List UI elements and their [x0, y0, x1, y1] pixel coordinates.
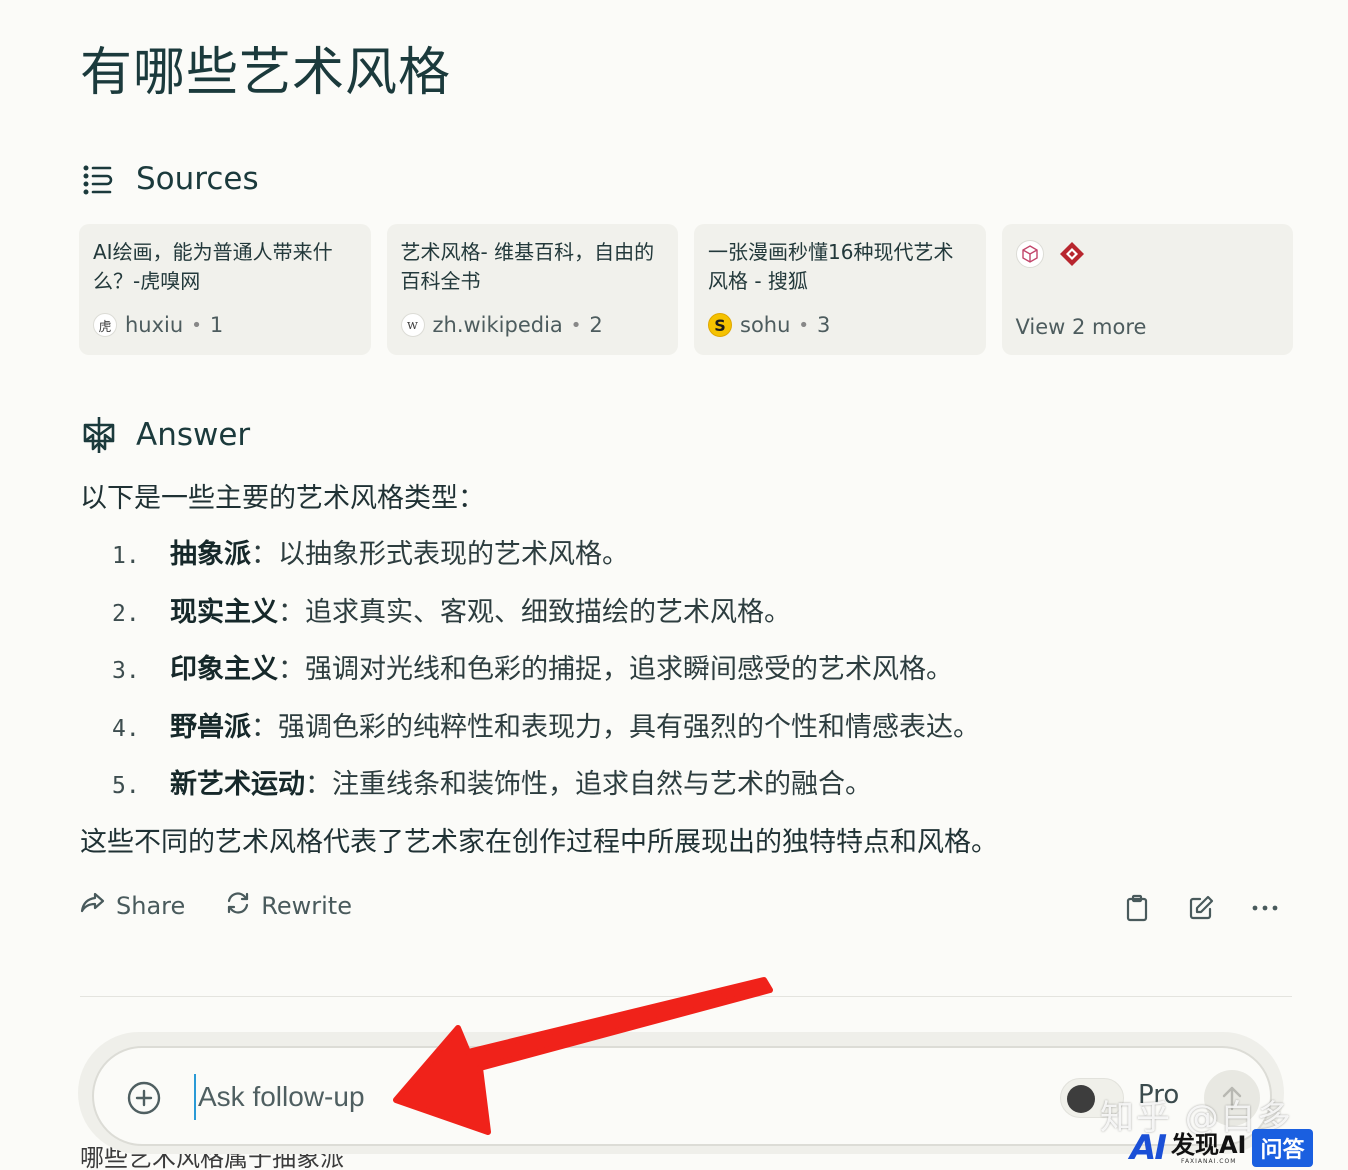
rewrite-label: Rewrite: [261, 892, 352, 920]
answer-list: 1. 抽象派 ： 以抽象形式表现的艺术风格。 2. 现实主义 ： 追求真实、客观…: [80, 534, 1280, 822]
sources-heading: Sources: [80, 160, 259, 198]
list-item: 4. 野兽派 ： 强调色彩的纯粹性和表现力，具有强烈的个性和情感表达。: [80, 707, 1280, 765]
rewrite-button[interactable]: Rewrite: [225, 890, 352, 922]
list-term: 抽象派: [170, 539, 251, 570]
source-card-title: 一张漫画秒懂16种现代艺术风格 - 搜狐: [708, 240, 954, 293]
answer-outro: 这些不同的艺术风格代表了艺术家在创作过程中所展现出的独特特点和风格。: [80, 827, 998, 858]
logo-badge: 问答: [1252, 1129, 1313, 1167]
list-separator: ：: [305, 769, 332, 800]
list-term: 野兽派: [170, 711, 251, 743]
source-card-sohu[interactable]: 一张漫画秒懂16种现代艺术风格 - 搜狐 S sohu • 3: [694, 224, 986, 355]
list-description: 以抽象形式表现的艺术风格。: [278, 539, 629, 570]
list-number: 5.: [112, 773, 140, 799]
list-item: 5. 新艺术运动 ： 注重线条和装饰性，追求自然与艺术的融合。: [80, 764, 1280, 822]
site-logo: AI 发现AI FAXIANAI.COM 问答: [1130, 1128, 1313, 1168]
meta-dot: •: [191, 314, 202, 336]
source-card-title: AI绘画，能为普通人带来什么？-虎嗅网: [93, 240, 333, 293]
page-title: 有哪些艺术风格: [80, 43, 452, 103]
list-term: 现实主义: [170, 596, 278, 628]
answer-logo-icon: [80, 416, 118, 454]
list-description: 注重线条和装饰性，追求自然与艺术的融合。: [332, 769, 872, 800]
source-card-meta: 虎 huxiu • 1: [93, 313, 223, 337]
meta-dot: •: [798, 314, 810, 336]
rewrite-icon: [225, 890, 251, 922]
share-icon: [80, 891, 106, 921]
more-options-button[interactable]: [1250, 893, 1280, 923]
source-card-view-more[interactable]: View 2 more: [1001, 224, 1293, 355]
source-card-meta: S sohu • 3: [708, 313, 830, 337]
sources-icon: [80, 160, 118, 198]
list-separator: ：: [251, 711, 278, 743]
list-number: 2.: [112, 600, 140, 627]
answer-intro: 以下是一些主要的艺术风格类型：: [80, 483, 485, 514]
sohu-favicon-icon: S: [708, 313, 732, 337]
list-description: 强调对光线和色彩的捕捉，追求瞬间感受的艺术风格。: [305, 654, 953, 685]
list-separator: ：: [251, 539, 278, 570]
list-separator: ：: [278, 654, 305, 685]
source-site: huxiu: [125, 313, 184, 337]
answer-actions: Share Rewrite: [80, 890, 352, 922]
list-number: 3.: [112, 658, 140, 684]
edit-icon: [1189, 895, 1214, 920]
answer-heading: Answer: [80, 416, 250, 454]
follow-up-input[interactable]: [194, 1074, 1014, 1120]
huxiu-favicon-icon: 虎: [93, 313, 117, 337]
source-index: 2: [589, 313, 603, 337]
list-item: 3. 印象主义 ： 强调对光线和色彩的捕捉，追求瞬间感受的艺术风格。: [80, 649, 1280, 707]
logo-ai-text: AI: [1130, 1128, 1167, 1168]
list-number: 4.: [112, 715, 140, 742]
sources-heading-label: Sources: [136, 161, 259, 197]
attach-button[interactable]: [126, 1080, 162, 1116]
source-index: 3: [817, 313, 831, 337]
view-more-label: View 2 more: [1015, 315, 1147, 339]
list-item: 1. 抽象派 ： 以抽象形式表现的艺术风格。: [80, 534, 1280, 592]
answer-tools: [1122, 893, 1280, 923]
ellipsis-icon: [1252, 905, 1278, 911]
toggle-knob: [1067, 1085, 1095, 1113]
list-term: 印象主义: [170, 654, 278, 685]
copy-button[interactable]: [1122, 893, 1152, 923]
plus-circle-icon: [127, 1081, 161, 1115]
list-description: 追求真实、客观、细致描绘的艺术风格。: [305, 596, 791, 628]
share-button[interactable]: Share: [80, 890, 185, 922]
edit-button[interactable]: [1186, 893, 1216, 923]
logo-cn-text: 发现AI: [1170, 1130, 1247, 1159]
list-number: 1.: [112, 543, 140, 569]
logo-cn: 发现AI FAXIANAI.COM: [1171, 1132, 1247, 1165]
source-site: sohu: [740, 313, 791, 337]
source-index: 1: [209, 313, 224, 337]
follow-up-box: Pro: [92, 1046, 1272, 1146]
source-card-huxiu[interactable]: AI绘画，能为普通人带来什么？-虎嗅网 虎 huxiu • 1: [79, 224, 371, 355]
share-label: Share: [116, 892, 186, 920]
meta-dot: •: [570, 314, 582, 336]
divider: [80, 996, 1292, 997]
list-term: 新艺术运动: [170, 769, 305, 800]
clipboard-icon: [1126, 894, 1148, 922]
more-source-icons: [1015, 240, 1280, 268]
source-card-title: 艺术风格- 维基百科，自由的百科全书: [400, 240, 655, 293]
diamond-favicon-icon: [1058, 240, 1086, 268]
wikipedia-favicon-icon: w: [400, 313, 425, 337]
page: 有哪些艺术风格 Sources AI绘画，能为普通人带来什么？-虎嗅网 虎 hu…: [0, 0, 1348, 1170]
cube-favicon-icon: [1015, 240, 1044, 268]
answer-body: 以下是一些主要的艺术风格类型： 1. 抽象派 ： 以抽象形式表现的艺术风格。 2…: [80, 478, 1280, 822]
source-card-wikipedia[interactable]: 艺术风格- 维基百科，自由的百科全书 w zh.wikipedia • 2: [386, 224, 678, 355]
source-cards: AI绘画，能为普通人带来什么？-虎嗅网 虎 huxiu • 1 艺术风格- 维基…: [79, 224, 1293, 355]
list-item: 2. 现实主义 ： 追求真实、客观、细致描绘的艺术风格。: [80, 592, 1280, 650]
list-separator: ：: [278, 596, 305, 628]
source-site: zh.wikipedia: [432, 313, 563, 337]
answer-heading-label: Answer: [136, 417, 251, 453]
logo-domain-text: FAXIANAI.COM: [1181, 1157, 1237, 1165]
list-description: 强调色彩的纯粹性和表现力，具有强烈的个性和情感表达。: [278, 711, 980, 743]
source-card-meta: w zh.wikipedia • 2: [400, 313, 603, 337]
